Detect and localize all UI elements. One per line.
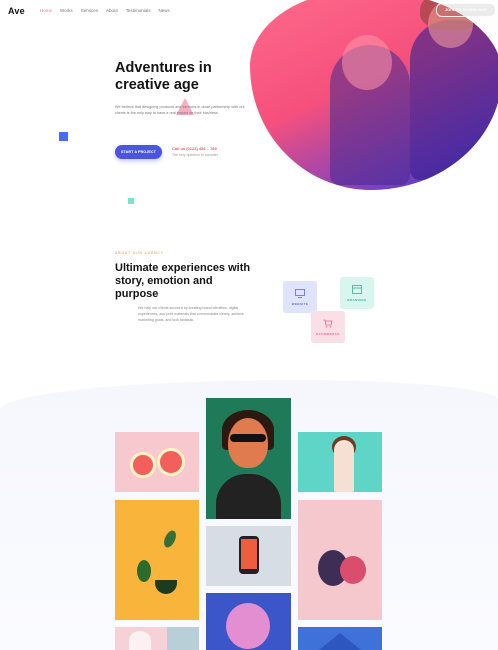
gallery-item-neon-portrait[interactable] xyxy=(206,593,291,650)
hero-description: We believe that designing products and s… xyxy=(115,105,245,116)
hero-image xyxy=(250,0,498,190)
main-nav: Home Works Services About Testimonials N… xyxy=(40,8,170,13)
join-download-button[interactable]: JOIN TO DOWNLOAD xyxy=(435,3,496,17)
gallery-item-woman-confetti[interactable] xyxy=(298,432,382,492)
logo[interactable]: Ave xyxy=(8,6,25,16)
service-card-label: ECOMMERCE xyxy=(316,331,340,336)
section-description: We help our clients succeed by creating … xyxy=(138,306,244,322)
service-card-label: WEBSITE xyxy=(291,301,309,306)
gallery-item-pastel[interactable] xyxy=(115,627,199,650)
nav-item-about[interactable]: About xyxy=(106,8,118,13)
service-card-branding[interactable]: BRANDING xyxy=(340,277,374,309)
cart-icon xyxy=(323,319,333,327)
phone-link[interactable]: Call us (0123) 456 – 789 xyxy=(172,146,217,151)
section-title: Ultimate experiences with story, emotion… xyxy=(115,262,251,300)
nav-item-works[interactable]: Works xyxy=(60,8,73,13)
service-card-label: BRANDING xyxy=(347,297,367,302)
gallery-item-phone[interactable] xyxy=(206,526,291,586)
gallery-item-clocks[interactable] xyxy=(115,432,199,492)
gallery-item-mountain[interactable] xyxy=(298,627,382,650)
start-project-button[interactable]: START A PROJECT xyxy=(115,145,162,159)
gallery-item-portrait-sunglasses[interactable] xyxy=(206,398,291,519)
nav-item-home[interactable]: Home xyxy=(40,8,52,13)
square-shape-teal xyxy=(128,198,134,204)
monitor-icon xyxy=(295,288,305,298)
hero-title: Adventures in creative age xyxy=(115,60,212,93)
phone-subtext: The very question to consider xyxy=(172,153,218,157)
gallery-item-figs[interactable] xyxy=(298,500,382,620)
gallery-item-plants[interactable] xyxy=(115,500,199,620)
nav-item-services[interactable]: Services xyxy=(81,8,98,13)
service-card-website[interactable]: WEBSITE xyxy=(283,281,317,313)
nav-item-testimonials[interactable]: Testimonials xyxy=(126,8,151,13)
square-shape-blue xyxy=(59,132,68,141)
nav-item-news[interactable]: News xyxy=(158,8,169,13)
section-eyebrow: ABOUT OUR AGENCY xyxy=(115,251,164,255)
browser-icon xyxy=(352,284,362,294)
service-card-ecommerce[interactable]: ECOMMERCE xyxy=(311,311,345,343)
